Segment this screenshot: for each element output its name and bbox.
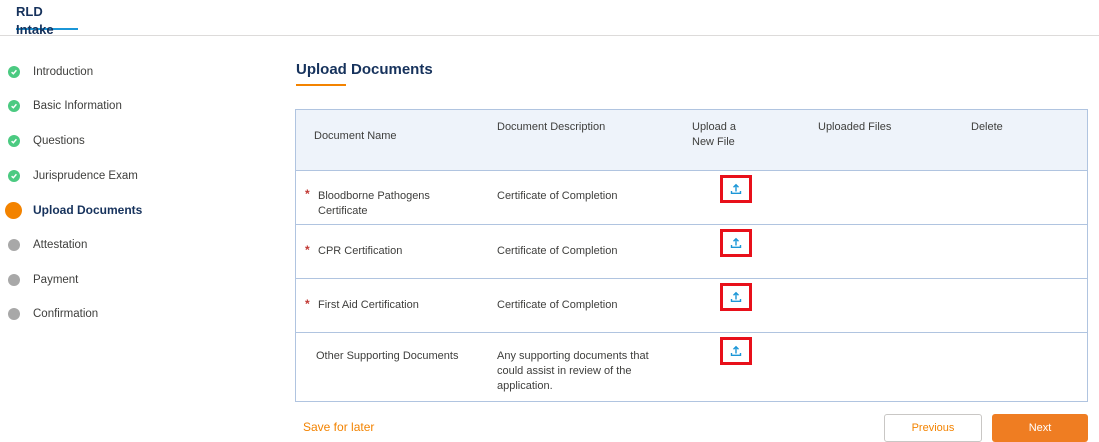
required-marker: *: [305, 187, 310, 201]
description-line2: could assist in review of the: [497, 365, 632, 377]
document-name: Other Supporting Documents: [316, 350, 459, 362]
current-step-icon: [5, 201, 22, 219]
column-document-name: Document Name: [314, 130, 397, 142]
document-name-line2: Certificate: [318, 205, 368, 217]
column-upload-line2: New File: [692, 136, 735, 148]
save-for-later-link[interactable]: Save for later: [303, 420, 374, 434]
table-row: Other Supporting Documents Any supportin…: [296, 333, 1087, 401]
upload-icon: [730, 345, 742, 356]
step-label: Basic Information: [33, 100, 122, 112]
check-icon: [8, 170, 20, 182]
column-upload-line1: Upload a: [692, 121, 737, 133]
upload-file-button[interactable]: [720, 337, 752, 365]
pending-step-icon: [8, 274, 20, 286]
table-row: * First Aid Certification Certificate of…: [296, 279, 1087, 333]
check-icon: [8, 66, 20, 78]
check-icon: [8, 100, 20, 112]
documents-table: Document Name Document Description Uploa…: [295, 109, 1088, 402]
column-document-description: Document Description: [497, 121, 606, 133]
title-underline: [296, 84, 346, 86]
tab-label: RLD Intake: [16, 4, 54, 37]
document-description: Certificate of Completion: [497, 299, 618, 311]
required-marker: *: [305, 297, 310, 311]
upload-file-button[interactable]: [720, 283, 752, 311]
step-label: Introduction: [33, 66, 94, 78]
step-label: Payment: [33, 274, 79, 286]
step-label: Attestation: [33, 239, 88, 251]
upload-file-button[interactable]: [720, 175, 752, 203]
required-marker: *: [305, 243, 310, 257]
step-label: Questions: [33, 135, 85, 147]
column-uploaded-files: Uploaded Files: [818, 121, 892, 133]
document-name: CPR Certification: [318, 245, 403, 257]
document-description: Any supporting documents that could assi…: [497, 349, 649, 394]
upload-icon: [730, 183, 742, 194]
step-label: Upload Documents: [33, 203, 143, 217]
step-label: Confirmation: [33, 308, 99, 320]
document-name: Bloodborne Pathogens Certificate: [318, 189, 430, 219]
pending-step-icon: [8, 239, 20, 251]
description-line1: Any supporting documents that: [497, 350, 649, 362]
column-upload-new-file: Upload a New File: [692, 120, 736, 150]
document-name-line1: Bloodborne Pathogens: [318, 190, 430, 202]
tab-rld-intake[interactable]: RLD Intake: [16, 3, 78, 37]
pending-step-icon: [8, 308, 20, 320]
table-row: * Bloodborne Pathogens Certificate Certi…: [296, 171, 1087, 225]
check-icon: [8, 135, 20, 147]
upload-file-button[interactable]: [720, 229, 752, 257]
table-row: * CPR Certification Certificate of Compl…: [296, 225, 1087, 279]
document-description: Certificate of Completion: [497, 245, 618, 257]
header-divider: [0, 35, 1099, 36]
upload-icon: [730, 291, 742, 302]
document-description: Certificate of Completion: [497, 190, 618, 202]
description-line3: application.: [497, 380, 553, 392]
table-header: Document Name Document Description Uploa…: [296, 110, 1087, 171]
document-name: First Aid Certification: [318, 299, 419, 311]
step-label: Jurisprudence Exam: [33, 170, 138, 182]
page-title: Upload Documents: [296, 61, 433, 78]
upload-icon: [730, 237, 742, 248]
column-delete: Delete: [971, 121, 1003, 133]
